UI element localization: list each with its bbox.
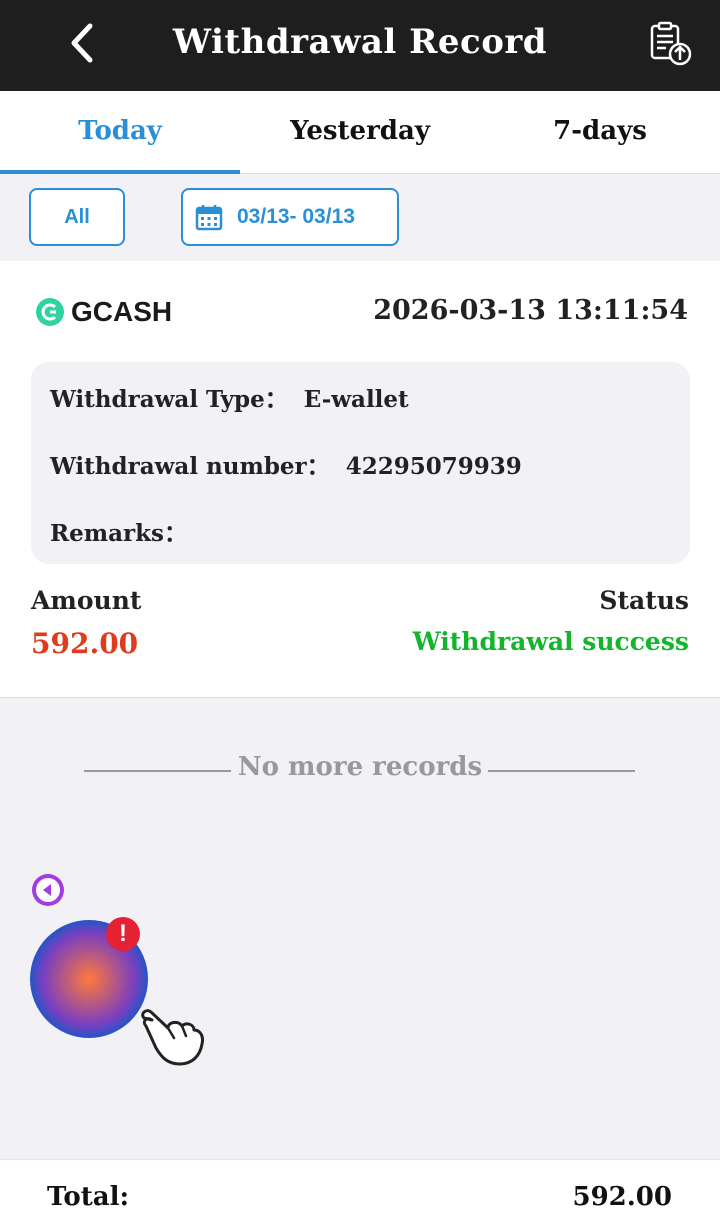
remarks-label: Remarks： <box>50 520 187 547</box>
withdrawal-record-card[interactable]: GCASH 2026-03-13 13:11:54 Withdrawal Typ… <box>0 261 720 698</box>
clipboard-upload-icon <box>650 21 692 66</box>
top-bar: Withdrawal Record <box>0 0 720 91</box>
tab-7-days[interactable]: 7-days <box>480 91 720 173</box>
withdrawal-number-label: Withdrawal number： <box>50 453 330 480</box>
collapse-float-button[interactable] <box>32 874 64 906</box>
date-range-label: 03/13- 03/13 <box>237 205 355 228</box>
alert-badge: ! <box>106 917 140 951</box>
withdrawal-type-row: Withdrawal Type： E-wallet <box>50 380 409 414</box>
remarks-row: Remarks： <box>50 514 203 548</box>
withdrawal-number-value: 42295079939 <box>345 453 522 480</box>
status-label: Status <box>599 586 689 615</box>
total-label: Total: <box>47 1182 130 1212</box>
pointing-hand-icon <box>138 1004 208 1068</box>
total-footer: Total: 592.00 <box>0 1159 720 1228</box>
tab-today[interactable]: Today <box>0 91 240 174</box>
export-record-button[interactable] <box>646 20 694 68</box>
date-tabs: Today Yesterday 7-days <box>0 91 720 174</box>
gcash-logo-icon <box>36 298 64 326</box>
payment-method: GCASH <box>35 296 172 328</box>
record-datetime: 2026-03-13 13:11:54 <box>373 295 688 326</box>
caret-left-icon <box>36 878 60 902</box>
calendar-icon <box>195 205 223 231</box>
list-end-indicator: No more records <box>0 752 720 792</box>
withdrawal-number-row: Withdrawal number： 42295079939 <box>50 447 522 481</box>
amount-value: 592.00 <box>31 627 139 660</box>
record-details: Withdrawal Type： E-wallet Withdrawal numb… <box>31 362 690 564</box>
page-title: Withdrawal Record <box>172 22 548 62</box>
date-range-button[interactable]: 03/13- 03/13 <box>181 188 399 246</box>
status-value: Withdrawal success <box>412 627 689 656</box>
total-value: 592.00 <box>572 1182 672 1212</box>
divider-right <box>488 770 635 772</box>
no-more-records-text: No more records <box>237 752 483 782</box>
filter-bar: All 03/13- 03/13 <box>0 174 720 261</box>
tab-yesterday[interactable]: Yesterday <box>240 91 480 173</box>
payment-method-label: GCASH <box>71 296 173 327</box>
amount-label: Amount <box>31 586 142 615</box>
withdrawal-type-value: E-wallet <box>303 386 409 413</box>
filter-all-button[interactable]: All <box>29 188 125 246</box>
withdrawal-type-label: Withdrawal Type： <box>50 386 288 413</box>
